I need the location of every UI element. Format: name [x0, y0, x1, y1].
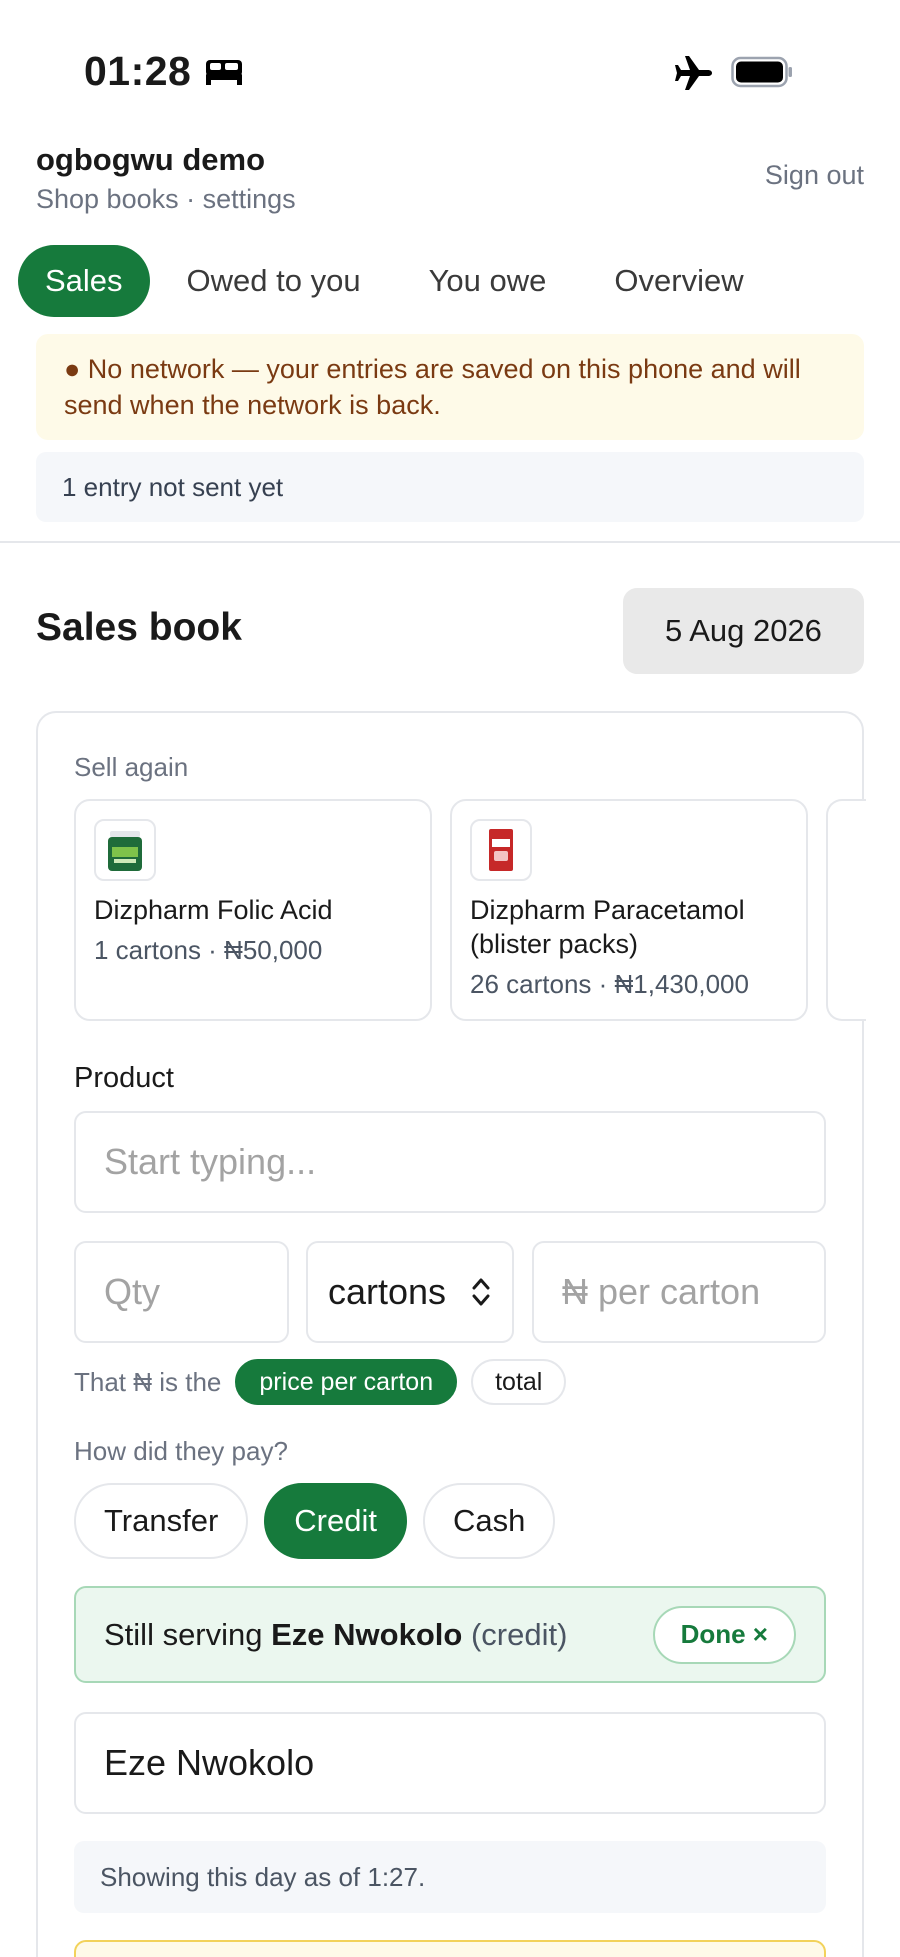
sleep-focus-icon — [206, 60, 242, 85]
as-of-notice: Showing this day as of 1:27. — [74, 1841, 826, 1913]
serving-customer-name: Eze Nwokolo — [271, 1616, 463, 1652]
payment-method-options: Transfer Credit Cash — [74, 1483, 571, 1559]
section-divider — [0, 541, 900, 543]
sell-again-item[interactable]: Dizpharm Paracetamol (blister packs) 26 … — [450, 799, 808, 1021]
pay-credit-button[interactable]: Credit — [264, 1483, 407, 1559]
price-input[interactable]: ₦ per carton — [532, 1241, 826, 1343]
price-mode-toggle: That ₦ is the price per carton total — [74, 1358, 567, 1406]
serving-text: Still serving Eze Nwokolo (credit) — [104, 1617, 567, 1653]
sell-again-item[interactable]: Dizpharm Folic Acid 1 cartons · ₦50,000 — [74, 799, 432, 1021]
unit-select-value: cartons — [328, 1271, 447, 1312]
pay-cash-button[interactable]: Cash — [422, 1483, 556, 1559]
product-thumbnail — [470, 819, 532, 881]
tab-sales[interactable]: Sales — [18, 245, 150, 317]
product-thumbnail — [94, 819, 156, 881]
sell-again-item-partial[interactable] — [826, 799, 866, 1021]
status-time: 01:28 — [84, 48, 192, 94]
sell-again-label: Sell again — [74, 752, 189, 782]
tab-owed-to-you[interactable]: Owed to you — [160, 245, 388, 317]
shop-settings-link[interactable]: Shop books · settings — [36, 184, 296, 215]
warning-box — [74, 1940, 826, 1957]
payment-method-label: How did they pay? — [74, 1436, 288, 1466]
pending-entries-notice: 1 entry not sent yet — [36, 452, 864, 522]
main-tabs: Sales Owed to you You owe Overview — [18, 245, 781, 317]
price-total-chip[interactable]: total — [471, 1359, 567, 1405]
battery-icon — [731, 56, 792, 88]
quantity-input[interactable]: Qty — [74, 1241, 289, 1343]
sign-out-button[interactable]: Sign out — [765, 160, 864, 191]
status-bar: 01:28 — [0, 0, 900, 140]
tab-overview[interactable]: Overview — [587, 245, 770, 317]
unit-select[interactable]: cartons — [306, 1241, 514, 1343]
sell-again-product-meta: 26 cartons · ₦1,430,000 — [470, 969, 749, 999]
product-search-input[interactable]: Start typing... — [74, 1111, 826, 1213]
tab-you-owe[interactable]: You owe — [402, 245, 574, 317]
sell-again-product-name: Dizpharm Paracetamol (blister packs) — [470, 895, 745, 959]
pay-transfer-button[interactable]: Transfer — [74, 1483, 249, 1559]
sell-again-product-name: Dizpharm Folic Acid — [94, 895, 333, 925]
price-mode-label: That ₦ is the — [74, 1366, 222, 1397]
sell-again-product-meta: 1 cartons · ₦50,000 — [94, 935, 323, 965]
updown-chevron-icon — [472, 1278, 490, 1306]
serving-prefix: Still serving — [104, 1616, 263, 1652]
price-per-carton-chip[interactable]: price per carton — [235, 1359, 458, 1405]
product-label: Product — [74, 1062, 174, 1094]
serving-suffix: (credit) — [470, 1616, 568, 1652]
shop-name: ogbogwu demo — [36, 142, 266, 177]
customer-name-input[interactable]: Eze Nwokolo — [74, 1712, 826, 1814]
no-network-banner: ● No network — your entries are saved on… — [36, 334, 864, 440]
date-picker-button[interactable]: 5 Aug 2026 — [623, 588, 864, 674]
serving-customer-banner: Still serving Eze Nwokolo (credit) Done … — [74, 1586, 826, 1683]
page-title: Sales book — [36, 606, 242, 649]
airplane-mode-icon — [675, 56, 712, 90]
done-serving-button[interactable]: Done × — [652, 1605, 796, 1664]
